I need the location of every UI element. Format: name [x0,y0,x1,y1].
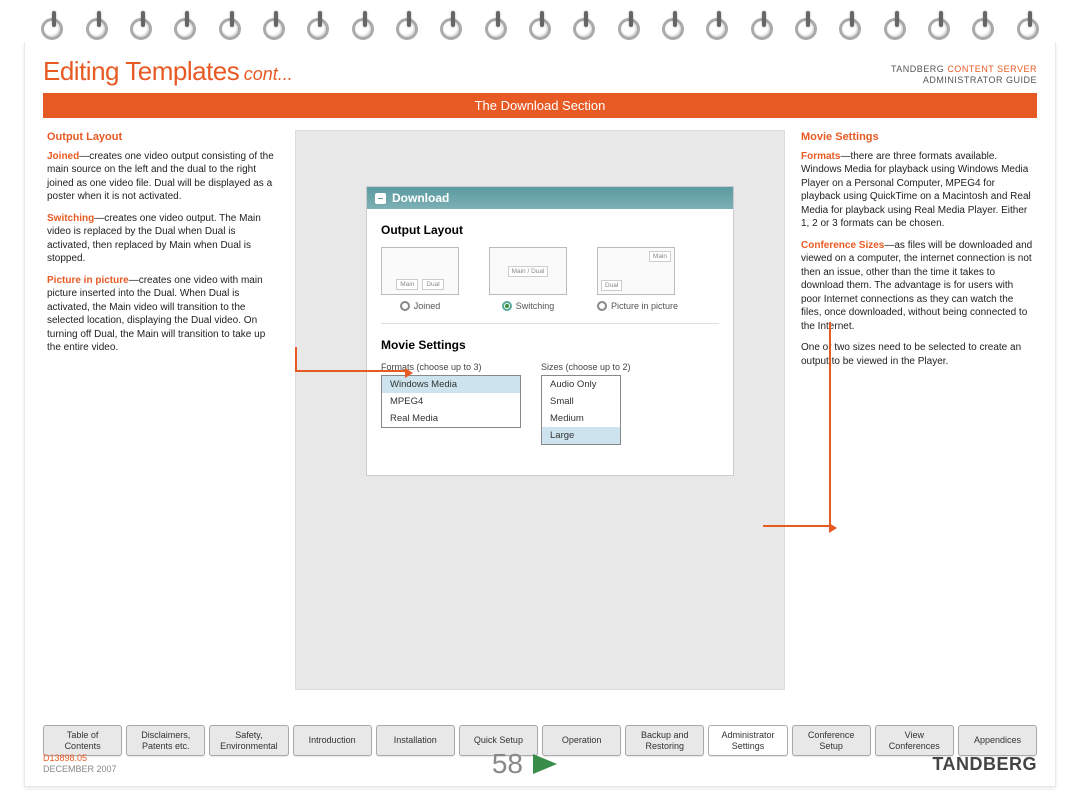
page-footer: D13898.05 DECEMBER 2007 58 TANDBERG [43,748,1037,780]
radio-icon[interactable] [400,301,410,311]
radio-icon[interactable] [597,301,607,311]
page-body: Editing Templates cont... TANDBERG CONTE… [24,42,1056,787]
list-item[interactable]: Large [542,427,620,444]
page-number: 58 [492,748,523,780]
download-panel-header[interactable]: – Download [367,187,733,209]
download-panel: – Download Output Layout MainDual Joined… [366,186,734,476]
page-number-block: 58 [492,748,557,780]
left-heading: Output Layout [47,130,279,145]
list-item[interactable]: Windows Media [382,376,520,393]
callout-arrow-right [763,525,831,527]
left-column: Output Layout Joined—creates one video o… [43,130,283,690]
doc-date: DECEMBER 2007 [43,764,117,775]
callout-arrow-left [295,370,407,372]
next-arrow-icon[interactable] [533,754,557,774]
movie-settings-heading: Movie Settings [381,338,719,352]
list-item[interactable]: Real Media [382,410,520,427]
list-item[interactable]: MPEG4 [382,393,520,410]
doc-meta: TANDBERG CONTENT SERVER ADMINISTRATOR GU… [891,64,1037,87]
spiral-binding [0,0,1080,40]
list-item[interactable]: Audio Only [542,376,620,393]
page-title: Editing Templates cont... [43,56,293,87]
output-layout-heading: Output Layout [381,223,719,237]
content-area: Output Layout Joined—creates one video o… [43,130,1037,690]
center-illustration: – Download Output Layout MainDual Joined… [295,130,785,690]
sizes-listbox[interactable]: Audio Only Small Medium Large [541,375,621,445]
brand-logo: TANDBERG [932,754,1037,775]
doc-id: D13898.05 [43,753,117,764]
section-title-bar: The Download Section [43,93,1037,118]
layout-option-joined[interactable]: MainDual Joined [381,247,459,311]
right-column: Movie Settings Formats—there are three f… [797,130,1037,690]
collapse-icon[interactable]: – [375,193,386,204]
list-item[interactable]: Small [542,393,620,410]
page-header: Editing Templates cont... TANDBERG CONTE… [43,56,1037,87]
layout-option-switching[interactable]: Main / Dual Switching [489,247,567,311]
radio-icon[interactable] [502,301,512,311]
right-heading: Movie Settings [801,130,1033,145]
layout-option-pip[interactable]: MainDual Picture in picture [597,247,678,311]
list-item[interactable]: Medium [542,410,620,427]
formats-listbox[interactable]: Windows Media MPEG4 Real Media [381,375,521,428]
